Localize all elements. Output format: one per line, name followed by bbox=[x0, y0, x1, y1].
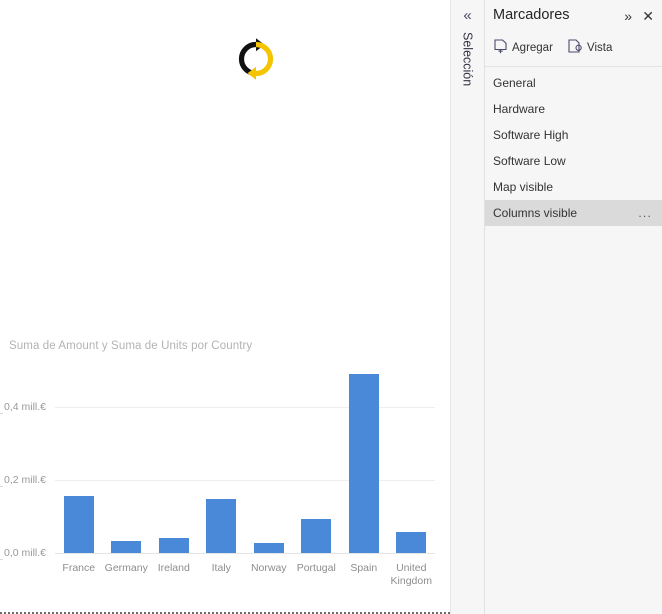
view-page-icon bbox=[568, 39, 582, 57]
x-axis-tick-label: Germany bbox=[103, 562, 151, 575]
chart-bar[interactable] bbox=[206, 499, 236, 553]
ellipsis-icon[interactable]: ... bbox=[638, 200, 652, 226]
bookmark-item-label: Software Low bbox=[493, 154, 566, 168]
bookmark-item-label: Columns visible bbox=[493, 206, 577, 220]
add-page-icon bbox=[494, 39, 507, 57]
bookmarks-toolbar: Agregar Vista bbox=[485, 33, 662, 63]
x-axis-tick-label: France bbox=[55, 562, 103, 575]
bookmark-item-label: Map visible bbox=[493, 180, 553, 194]
close-icon[interactable]: ✕ bbox=[642, 8, 654, 24]
bar-chart-visual[interactable]: Suma de Amount y Suma de Units por Count… bbox=[0, 335, 450, 612]
y-axis-tick-mark bbox=[0, 486, 3, 487]
x-axis-tick-label: Portugal bbox=[293, 562, 341, 575]
chart-bar[interactable] bbox=[301, 519, 331, 553]
y-axis-tick-label: 0,4 mill.€ bbox=[4, 401, 46, 413]
bookmark-item[interactable]: Hardware bbox=[485, 96, 662, 122]
bookmarks-list: General Hardware Software High Software Low… bbox=[485, 70, 662, 226]
x-axis-tick-label: Ireland bbox=[150, 562, 198, 575]
view-bookmark-label: Vista bbox=[587, 42, 612, 54]
selection-pane-label[interactable]: Selección bbox=[451, 32, 484, 89]
chart-plot-area: 0,4 mill.€0,2 mill.€0,0 mill.€FranceGerm… bbox=[55, 363, 435, 553]
chevron-double-left-icon[interactable]: « bbox=[451, 6, 484, 26]
bookmark-item-label: Software High bbox=[493, 128, 568, 142]
view-bookmark-button[interactable]: Vista bbox=[565, 35, 615, 60]
bookmark-item-label: Hardware bbox=[493, 102, 545, 116]
add-bookmark-button[interactable]: Agregar bbox=[491, 35, 556, 60]
toolbar-divider bbox=[485, 66, 662, 67]
selection-pane-label-text: Selección bbox=[461, 32, 475, 86]
bookmarks-pane[interactable]: Marcadores » ✕ Agregar Vista Genera bbox=[485, 0, 662, 614]
bookmarks-title: Marcadores bbox=[493, 7, 570, 23]
selection-pane-collapsed[interactable]: « Selección bbox=[450, 0, 485, 614]
x-axis-tick-label: Spain bbox=[340, 562, 388, 575]
y-axis-tick-mark bbox=[0, 559, 3, 560]
chart-bar[interactable] bbox=[111, 541, 141, 553]
chart-bar[interactable] bbox=[396, 532, 426, 553]
chart-title: Suma de Amount y Suma de Units por Count… bbox=[9, 340, 252, 352]
x-axis-tick-label: Italy bbox=[198, 562, 246, 575]
x-axis-tick-label: United Kingdom bbox=[388, 562, 436, 588]
y-axis-tick-label: 0,0 mill.€ bbox=[4, 547, 46, 559]
y-axis-tick-mark bbox=[0, 413, 3, 414]
bookmark-item[interactable]: Map visible bbox=[485, 174, 662, 200]
y-axis-tick-label: 0,2 mill.€ bbox=[4, 474, 46, 486]
bookmark-item[interactable]: Software High bbox=[485, 122, 662, 148]
refresh-sync-icon bbox=[233, 36, 279, 82]
chart-bar[interactable] bbox=[159, 538, 189, 553]
chart-bar[interactable] bbox=[64, 496, 94, 553]
bookmark-item-label: General bbox=[493, 76, 536, 90]
x-axis-tick-label: Norway bbox=[245, 562, 293, 575]
bookmark-item[interactable]: Columns visible... bbox=[485, 200, 662, 226]
chart-bar[interactable] bbox=[254, 543, 284, 553]
bookmarks-header: Marcadores » ✕ bbox=[485, 0, 662, 33]
chart-bar[interactable] bbox=[349, 374, 379, 553]
chevron-double-right-icon[interactable]: » bbox=[624, 8, 632, 24]
bookmark-item[interactable]: General bbox=[485, 70, 662, 96]
axis-baseline bbox=[55, 553, 435, 554]
report-canvas[interactable]: Suma de Amount y Suma de Units por Count… bbox=[0, 0, 450, 614]
add-bookmark-label: Agregar bbox=[512, 42, 553, 54]
bookmark-item[interactable]: Software Low bbox=[485, 148, 662, 174]
